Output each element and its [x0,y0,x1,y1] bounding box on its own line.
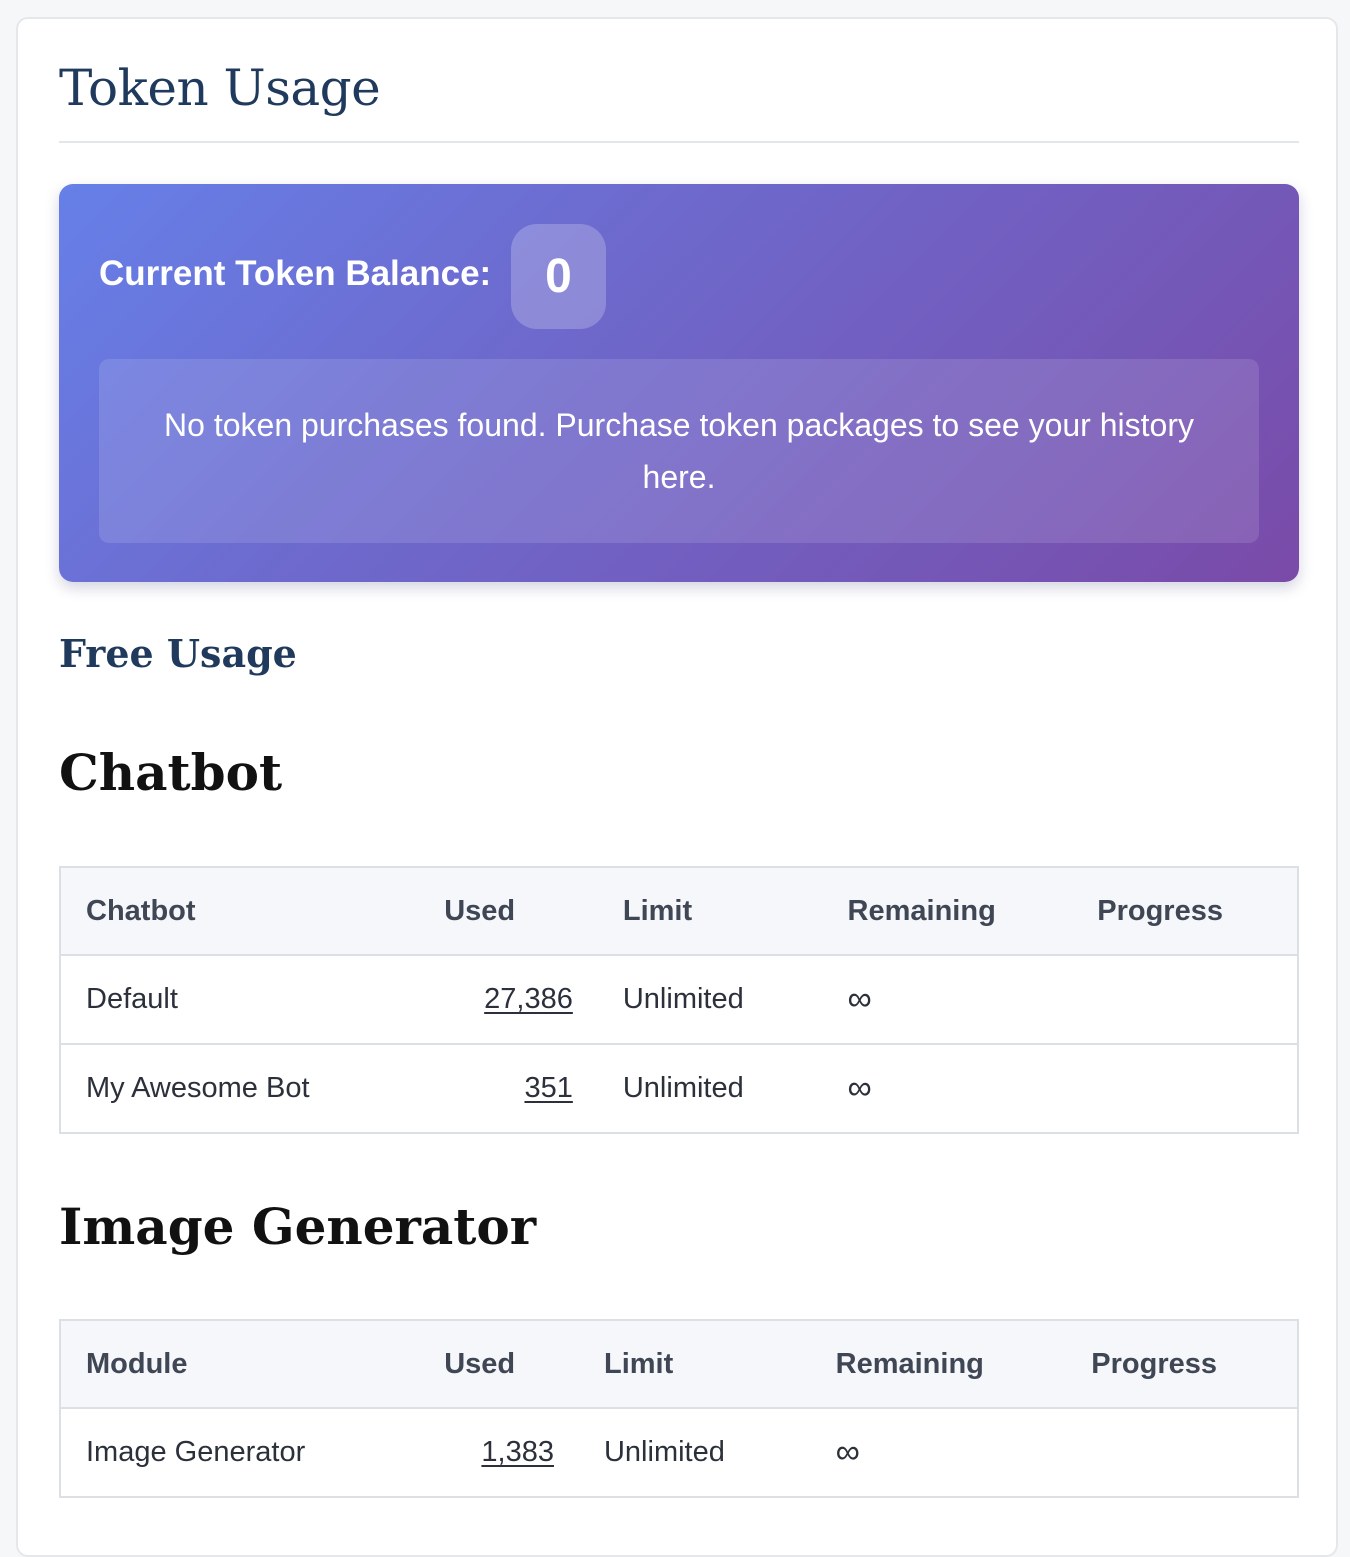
token-balance-panel: Current Token Balance: 0 No token purcha… [59,184,1299,582]
remaining-value: ∞ [835,1433,860,1471]
chatbot-section-title: Chatbot [59,743,283,802]
used-tokens-link[interactable]: 27,386 [484,983,573,1015]
used-tokens-link[interactable]: 1,383 [481,1436,554,1468]
module-name: Image Generator [86,1436,306,1468]
limit-value: Unlimited [603,1436,725,1468]
limit-value: Unlimited [622,1072,744,1104]
free-usage-title: Free Usage [59,631,297,676]
column-header-remaining: Remaining [810,1320,1067,1409]
table-row: Image Generator 1,383 Unlimited ∞ [60,1408,1298,1497]
used-tokens-link[interactable]: 351 [524,1072,572,1104]
chatbot-usage-table: Chatbot Used Limit Remaining Progress De… [59,866,1299,1134]
notice-text: No token purchases found. Purchase token… [164,407,1194,495]
image-generator-section-title: Image Generator [59,1197,537,1256]
table-row: My Awesome Bot 351 Unlimited ∞ [60,1044,1298,1133]
column-header-remaining: Remaining [822,867,1073,956]
table-row: Default 27,386 Unlimited ∞ [60,955,1298,1045]
chatbot-name: Default [60,955,375,1045]
progress-cell [1066,1408,1298,1497]
progress-cell [1072,1044,1298,1133]
no-purchases-notice: No token purchases found. Purchase token… [99,359,1259,543]
column-header-progress: Progress [1072,867,1298,956]
column-header-module: Module [60,1320,375,1409]
token-usage-card: Token Usage Current Token Balance: 0 No … [16,17,1338,1557]
column-header-limit: Limit [578,1320,811,1409]
title-divider [59,141,1299,143]
balance-label: Current Token Balance: [99,254,492,293]
column-header-limit: Limit [597,867,823,956]
column-header-used: Used [374,1320,579,1409]
image-generator-usage-table: Module Used Limit Remaining Progress Ima… [59,1319,1299,1498]
balance-value-badge: 0 [511,224,606,329]
column-header-used: Used [374,867,598,956]
page-title: Token Usage [59,59,381,117]
progress-cell [1072,955,1298,1045]
remaining-value: ∞ [847,1069,872,1107]
table-header-row: Module Used Limit Remaining Progress [60,1320,1298,1409]
column-header-chatbot: Chatbot [60,867,375,956]
chatbot-name: My Awesome Bot [86,1072,310,1104]
limit-value: Unlimited [597,955,823,1045]
remaining-value: ∞ [822,955,1073,1045]
table-header-row: Chatbot Used Limit Remaining Progress [60,867,1298,956]
column-header-progress: Progress [1066,1320,1298,1409]
